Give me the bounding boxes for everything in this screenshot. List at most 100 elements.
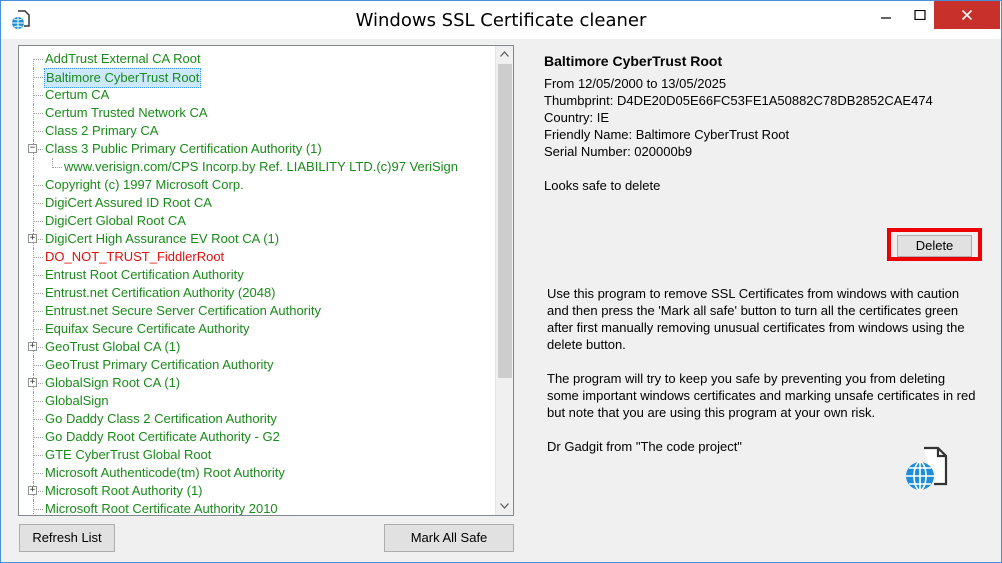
tree-item[interactable]: Certum CA (19, 86, 495, 104)
tree-item[interactable]: Certum Trusted Network CA (19, 104, 495, 122)
scroll-up-arrow-icon (500, 49, 509, 59)
tree-item[interactable]: Go Daddy Root Certificate Authority - G2 (19, 428, 495, 446)
tree-connector (33, 59, 43, 60)
scroll-up-button[interactable] (496, 46, 513, 63)
tree-item-label[interactable]: Microsoft Root Authority (1) (44, 482, 204, 500)
globe-document-icon (904, 446, 950, 492)
close-icon (961, 7, 973, 23)
expand-icon[interactable]: + (28, 234, 37, 243)
tree-item[interactable]: + GeoTrust Global CA (1) (19, 338, 495, 356)
tree-item-label[interactable]: Certum CA (44, 86, 110, 104)
tree-connector (33, 221, 43, 222)
certificate-details: Baltimore CyberTrust Root From 12/05/200… (544, 53, 984, 194)
expand-icon[interactable]: + (28, 342, 37, 351)
tree-item-label[interactable]: DigiCert High Assurance EV Root CA (1) (44, 230, 280, 248)
tree-item[interactable]: Entrust.net Secure Server Certification … (19, 302, 495, 320)
title-bar[interactable]: Windows SSL Certificate cleaner (1, 1, 1001, 39)
tree-item[interactable]: GlobalSign (19, 392, 495, 410)
tree-item-label[interactable]: Entrust.net Secure Server Certification … (44, 302, 322, 320)
tree-item[interactable]: www.verisign.com/CPS Incorp.by Ref. LIAB… (19, 158, 495, 176)
scroll-down-button[interactable] (496, 498, 513, 515)
tree-connector (33, 473, 43, 474)
tree-connector (33, 401, 43, 402)
certificate-tree[interactable]: AddTrust External CA Root Baltimore Cyber… (18, 45, 514, 516)
tree-item-label[interactable]: GeoTrust Primary Certification Authority (44, 356, 275, 374)
help-text: Use this program to remove SSL Certifica… (547, 285, 977, 472)
tree-connector (33, 158, 34, 176)
tree-item-label[interactable]: Class 2 Primary CA (44, 122, 159, 140)
tree-item-label[interactable]: Microsoft Root Certificate Authority 201… (44, 500, 279, 515)
tree-connector (33, 509, 43, 510)
tree-connector (33, 95, 43, 96)
tree-item[interactable]: Entrust Root Certification Authority (19, 266, 495, 284)
tree-item[interactable]: Go Daddy Class 2 Certification Authority (19, 410, 495, 428)
tree-item[interactable]: DigiCert Assured ID Root CA (19, 194, 495, 212)
tree-connector (33, 185, 43, 186)
tree-item-label[interactable]: GlobalSign Root CA (1) (44, 374, 181, 392)
tree-connector (33, 419, 43, 420)
tree-item-label[interactable]: Go Daddy Class 2 Certification Authority (44, 410, 278, 428)
expand-icon[interactable]: + (28, 486, 37, 495)
tree-item-label[interactable]: GTE CyberTrust Global Root (44, 446, 212, 464)
tree-item-label[interactable]: www.verisign.com/CPS Incorp.by Ref. LIAB… (63, 158, 459, 176)
collapse-icon[interactable]: − (28, 144, 37, 153)
tree-item-label[interactable]: Baltimore CyberTrust Root (44, 68, 202, 88)
tree-item-label[interactable]: Equifax Secure Certificate Authority (44, 320, 251, 338)
tree-item-label[interactable]: Class 3 Public Primary Certification Aut… (44, 140, 323, 158)
tree-item-label[interactable]: DigiCert Global Root CA (44, 212, 187, 230)
tree-item-label[interactable]: Microsoft Authenticode(tm) Root Authorit… (44, 464, 286, 482)
tree-item-label[interactable]: DO_NOT_TRUST_FiddlerRoot (44, 248, 225, 266)
mark-all-safe-button[interactable]: Mark All Safe (384, 524, 514, 552)
tree-item-label[interactable]: GeoTrust Global CA (1) (44, 338, 181, 356)
tree-item[interactable]: Microsoft Authenticode(tm) Root Authorit… (19, 464, 495, 482)
tree-item[interactable]: Class 2 Primary CA (19, 122, 495, 140)
tree-item[interactable]: Copyright (c) 1997 Microsoft Corp. (19, 176, 495, 194)
tree-connector (33, 293, 43, 294)
scroll-thumb[interactable] (498, 64, 512, 378)
certificate-thumbprint: Thumbprint: D4DE20D05E66FC53FE1A50882C78… (544, 93, 933, 108)
delete-button[interactable]: Delete (897, 235, 972, 257)
tree-item-label[interactable]: DigiCert Assured ID Root CA (44, 194, 213, 212)
tree-connector (33, 365, 43, 366)
tree-item[interactable]: DigiCert Global Root CA (19, 212, 495, 230)
tree-item-label[interactable]: Copyright (c) 1997 Microsoft Corp. (44, 176, 245, 194)
tree-item-label[interactable]: AddTrust External CA Root (44, 50, 202, 68)
tree-item[interactable]: + GlobalSign Root CA (1) (19, 374, 495, 392)
tree-item-label[interactable]: Entrust.net Certification Authority (204… (44, 284, 277, 302)
tree-scrollbar[interactable] (495, 46, 513, 515)
tree-connector (33, 203, 43, 204)
tree-item[interactable]: + DigiCert High Assurance EV Root CA (1) (19, 230, 495, 248)
tree-connector (33, 131, 43, 132)
expand-icon[interactable]: + (28, 378, 37, 387)
maximize-icon (914, 7, 926, 23)
tree-item[interactable]: Equifax Secure Certificate Authority (19, 320, 495, 338)
certificate-name: Baltimore CyberTrust Root (544, 53, 723, 69)
help-paragraph-1: Use this program to remove SSL Certifica… (547, 286, 965, 352)
tree-connector (33, 329, 43, 330)
tree-item[interactable]: Entrust.net Certification Authority (204… (19, 284, 495, 302)
tree-connector (33, 500, 34, 515)
tree-item[interactable]: Microsoft Root Certificate Authority 201… (19, 500, 495, 515)
tree-item[interactable]: − Class 3 Public Primary Certification Au… (19, 140, 495, 158)
tree-item-label[interactable]: Certum Trusted Network CA (44, 104, 209, 122)
tree-item[interactable]: AddTrust External CA Root (19, 50, 495, 68)
tree-item[interactable]: GeoTrust Primary Certification Authority (19, 356, 495, 374)
refresh-list-button[interactable]: Refresh List (19, 524, 115, 552)
tree-item[interactable]: GTE CyberTrust Global Root (19, 446, 495, 464)
tree-connector (33, 437, 43, 438)
tree-connector (33, 77, 43, 78)
tree-item-label[interactable]: Entrust Root Certification Authority (44, 266, 245, 284)
tree-item-label[interactable]: GlobalSign (44, 392, 110, 410)
tree-connector (33, 311, 43, 312)
tree-item-label[interactable]: Go Daddy Root Certificate Authority - G2 (44, 428, 281, 446)
tree-item[interactable]: Baltimore CyberTrust Root (19, 68, 495, 88)
certificate-validity: From 12/05/2000 to 13/05/2025 (544, 76, 727, 91)
close-button[interactable] (934, 1, 1000, 29)
certificate-friendly-name: Friendly Name: Baltimore CyberTrust Root (544, 127, 790, 142)
certificate-country: Country: IE (544, 110, 610, 125)
scroll-down-arrow-icon (500, 501, 509, 511)
tree-connector (33, 113, 43, 114)
tree-item[interactable]: DO_NOT_TRUST_FiddlerRoot (19, 248, 495, 266)
tree-connector (33, 455, 43, 456)
tree-item[interactable]: + Microsoft Root Authority (1) (19, 482, 495, 500)
